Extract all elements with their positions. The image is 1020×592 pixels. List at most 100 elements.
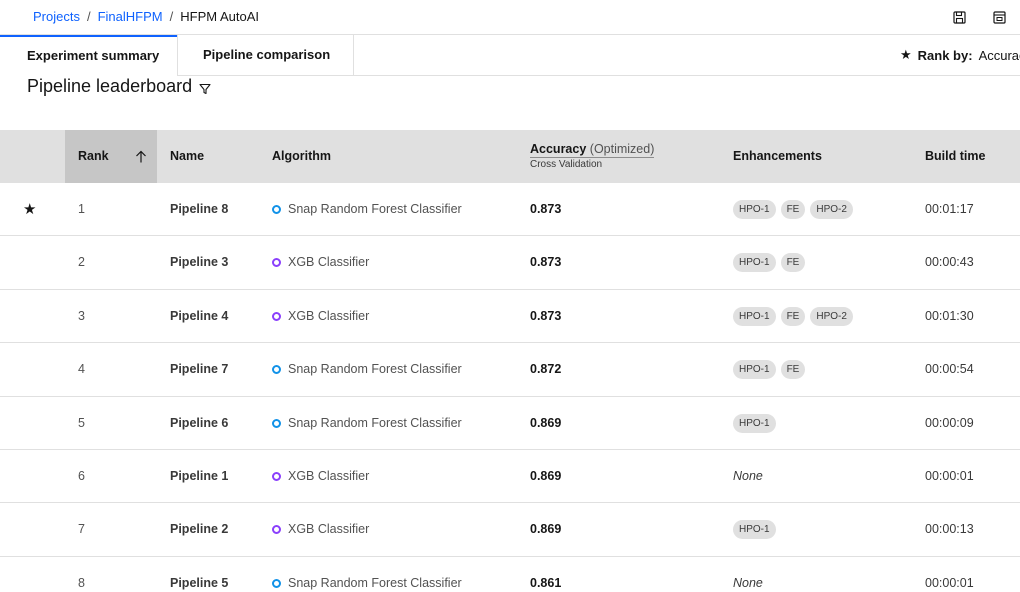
tab-divider [353,35,354,76]
enhancement-tag: FE [780,253,806,273]
build-time-cell: 00:00:01 [925,575,974,590]
rank-cell: 5 [78,415,85,430]
build-time-cell: 00:01:17 [925,202,974,216]
algorithm-cell: XGB Classifier [272,503,369,556]
table-row[interactable]: 7 Pipeline 2 XGB Classifier 0.869 HPO-1 00:00… [0,503,1020,557]
enhancement-tag: FE [780,200,806,219]
breadcrumb-projects[interactable]: Projects [33,9,80,24]
table-row[interactable]: 8 Pipeline 5 Snap Random Forest Classifier… [0,556,1020,592]
enhancements-none: None [733,575,763,590]
algorithm-cell: Snap Random Forest Classifier [272,557,462,592]
column-header-rank[interactable]: Rank [65,130,157,183]
breadcrumb-project[interactable]: FinalHFPM [98,9,163,24]
accuracy-cell: 0.869 [530,415,562,430]
algorithm-dot-icon [272,418,281,428]
algorithm-cell: XGB Classifier [272,236,369,289]
build-time-cell: 00:00:09 [925,415,974,430]
star-icon: ★ [23,201,37,218]
algorithm-dot-icon [272,205,281,214]
build-time-cell: 00:00:13 [925,522,974,537]
tab-experiment-summary[interactable]: Experiment summary [0,35,177,76]
rank-cell: 4 [78,362,85,377]
accuracy-cell: 0.869 [530,522,562,537]
table-row[interactable]: 4 Pipeline 7 Snap Random Forest Classifier… [0,343,1020,397]
column-header-algorithm[interactable]: Algorithm [272,130,331,183]
algorithm-dot-icon [272,311,281,321]
enhancements-cell: HPO-1 FE [733,236,810,289]
rank-cell: 2 [78,255,85,270]
enhancements-cell: HPO-1 FE HPO-2 [733,290,858,343]
accuracy-cell: 0.873 [530,255,562,270]
algorithm-cell: XGB Classifier [272,290,369,343]
pipeline-name-link[interactable]: Pipeline 3 [170,236,228,289]
column-header-name[interactable]: Name [170,130,204,183]
enhancements-cell: HPO-1 [733,397,781,450]
save-icon[interactable] [953,11,967,25]
algorithm-cell: Snap Random Forest Classifier [272,397,462,450]
column-header-enhancements[interactable]: Enhancements [733,130,822,183]
algorithm-cell: Snap Random Forest Classifier [272,183,462,236]
enhancements-cell: HPO-1 [733,503,781,556]
algorithm-cell: Snap Random Forest Classifier [272,343,462,396]
accuracy-cell: 0.873 [530,202,562,216]
column-label: Rank [78,149,109,163]
enhancement-tag: HPO-2 [810,200,853,219]
build-time-cell: 00:00:01 [925,468,974,483]
algorithm-dot-icon [272,578,281,588]
pipeline-name-link[interactable]: Pipeline 6 [170,397,228,450]
breadcrumb-separator: / [169,9,174,24]
algorithm-label: XGB Classifier [288,255,370,270]
enhancement-tag: HPO-1 [733,520,776,540]
enhancement-tag: HPO-1 [733,200,776,219]
enhancements-cell: HPO-1 FE [733,343,810,396]
rank-cell: 6 [78,468,85,483]
algorithm-label: Snap Random Forest Classifier [288,415,462,430]
algorithm-cell: XGB Classifier [272,450,369,503]
breadcrumb-current: HFPM AutoAI [180,9,259,24]
table-row[interactable]: ★ 1 Pipeline 8 Snap Random Forest Classifie… [0,183,1020,237]
pipeline-name-link[interactable]: Pipeline 5 [170,557,228,592]
pipeline-name-link[interactable]: Pipeline 7 [170,343,228,396]
table-row[interactable]: 3 Pipeline 4 XGB Classifier 0.873 HPO-1 FE HPO… [0,289,1020,344]
pipeline-name-link[interactable]: Pipeline 4 [170,290,228,343]
accuracy-subtitle: Cross Validation [530,159,603,170]
accuracy-optimized-note: (Optimized) [589,142,655,156]
rank-cell: 8 [78,575,85,590]
column-header-build-time[interactable]: Build time [925,130,985,183]
enhancement-tag: FE [780,306,806,326]
algorithm-dot-icon [272,471,281,481]
breadcrumb-separator: / [86,9,91,24]
star-icon: ★ [900,47,912,62]
rank-by-value[interactable]: Accuracy [979,48,1020,63]
pipeline-name-link[interactable]: Pipeline 1 [170,450,228,503]
tab-pipeline-comparison[interactable]: Pipeline comparison [178,35,353,76]
algorithm-label: Snap Random Forest Classifier [288,202,462,216]
top-bar: Projects / FinalHFPM / HFPM AutoAI [0,0,1020,35]
rank-cell: 7 [78,522,85,537]
accuracy-title: Accuracy (Optimized) [530,142,655,158]
pipeline-name-link[interactable]: Pipeline 8 [170,183,228,236]
build-time-cell: 00:00:43 [925,255,974,270]
table-row[interactable]: 5 Pipeline 6 Snap Random Forest Classifier… [0,396,1020,450]
breadcrumb: Projects / FinalHFPM / HFPM AutoAI [33,9,259,24]
sort-ascending-icon[interactable] [135,150,147,163]
algorithm-dot-icon [272,365,281,375]
table-row[interactable]: 6 Pipeline 1 XGB Classifier 0.869 None 00:00:… [0,449,1020,504]
algorithm-dot-icon [272,258,281,268]
rank-cell: 3 [78,308,85,323]
rank-by-selector[interactable]: ★ Rank by: Accuracy [900,47,1020,63]
notebook-icon[interactable] [993,11,1007,25]
algorithm-dot-icon [272,525,281,535]
filter-icon[interactable] [199,82,212,95]
enhancements-none: None [733,468,763,483]
accuracy-label: Accuracy [530,142,587,156]
pipeline-name-link[interactable]: Pipeline 2 [170,503,228,556]
column-header-accuracy[interactable]: Accuracy (Optimized) Cross Validation [530,130,655,183]
enhancements-cell: HPO-1 FE HPO-2 [733,183,858,236]
leaderboard-table: Rank Name Algorithm Accuracy (Optimized)… [0,130,1020,592]
table-body: ★ 1 Pipeline 8 Snap Random Forest Classifie… [0,183,1020,592]
enhancement-tag: HPO-1 [733,360,776,380]
table-row[interactable]: 2 Pipeline 3 XGB Classifier 0.873 HPO-1 FE 00:… [0,236,1020,290]
algorithm-label: XGB Classifier [288,468,370,483]
page-title: Pipeline leaderboard [27,76,193,96]
